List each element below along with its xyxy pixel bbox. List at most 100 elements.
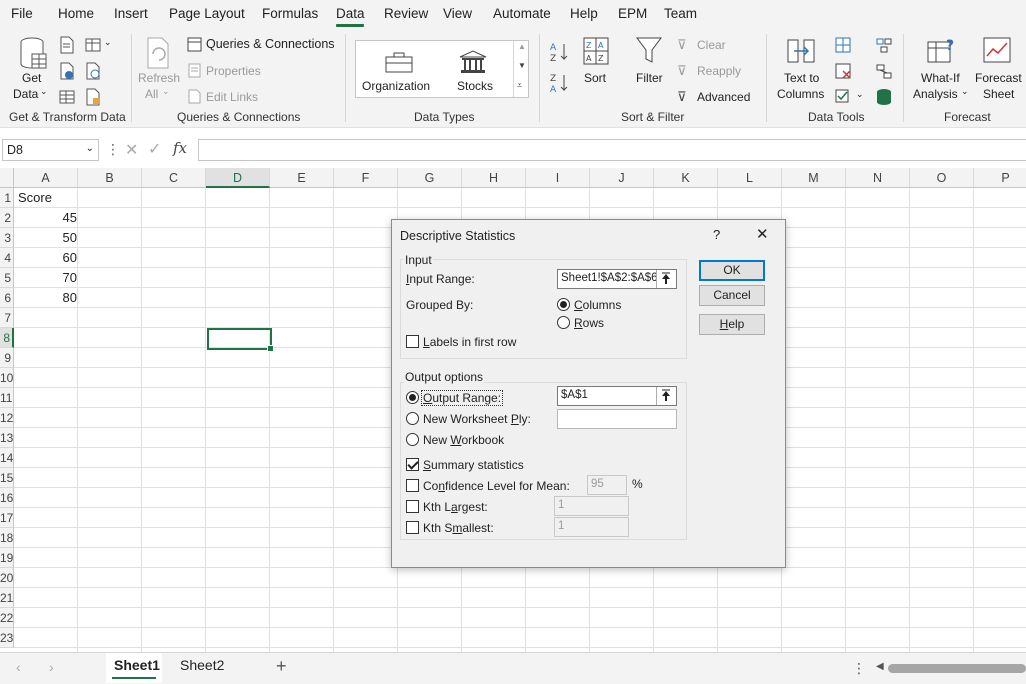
menu-help[interactable]: Help bbox=[570, 6, 598, 21]
column-header-g[interactable]: G bbox=[398, 168, 462, 188]
menu-formulas[interactable]: Formulas bbox=[262, 6, 318, 21]
chevron-down-icon[interactable]: ▼ bbox=[518, 61, 526, 70]
chevron-down-icon[interactable]: ⌄ bbox=[86, 143, 94, 154]
input-range-field[interactable]: Sheet1!$A$2:$A$6 bbox=[557, 269, 677, 289]
row-header-3[interactable]: 3 bbox=[0, 228, 14, 248]
edit-links-button[interactable]: Edit Links bbox=[206, 90, 258, 104]
formula-input[interactable] bbox=[198, 139, 1026, 161]
kth-smallest-field[interactable]: 1 bbox=[554, 517, 629, 537]
relationships-icon[interactable] bbox=[875, 62, 893, 80]
row-header-11[interactable]: 11 bbox=[0, 388, 14, 408]
recent-sources-icon[interactable] bbox=[84, 36, 102, 54]
flash-fill-icon[interactable] bbox=[834, 36, 852, 54]
column-header-b[interactable]: B bbox=[78, 168, 142, 188]
chevron-up-icon[interactable]: ▲ bbox=[518, 42, 526, 51]
cell-a2[interactable]: 45 bbox=[14, 208, 77, 228]
column-header-f[interactable]: F bbox=[334, 168, 398, 188]
column-header-i[interactable]: I bbox=[526, 168, 590, 188]
column-header-o[interactable]: O bbox=[910, 168, 974, 188]
from-web-icon[interactable] bbox=[58, 62, 76, 80]
column-header-k[interactable]: K bbox=[654, 168, 718, 188]
data-validation-icon[interactable] bbox=[834, 88, 852, 106]
ok-button[interactable]: OK bbox=[699, 260, 765, 281]
gallery-more-icon[interactable]: ⩡ bbox=[517, 80, 522, 91]
row-header-18[interactable]: 18 bbox=[0, 528, 14, 548]
menu-review[interactable]: Review bbox=[384, 6, 428, 21]
row-header-4[interactable]: 4 bbox=[0, 248, 14, 268]
column-header-a[interactable]: A bbox=[14, 168, 78, 188]
insert-function-button[interactable]: fx bbox=[173, 139, 187, 157]
from-text-icon[interactable] bbox=[58, 36, 76, 54]
confirm-entry-icon[interactable]: ✓ bbox=[148, 139, 161, 159]
data-model-icon[interactable] bbox=[875, 88, 893, 106]
column-header-l[interactable]: L bbox=[718, 168, 782, 188]
menu-automate[interactable]: Automate bbox=[493, 6, 551, 21]
rows-radio[interactable] bbox=[557, 316, 570, 329]
row-header-10[interactable]: 10 bbox=[0, 368, 14, 388]
close-button[interactable]: ✕ bbox=[756, 225, 769, 243]
menu-file[interactable]: File bbox=[11, 6, 33, 21]
stocks-button[interactable]: Stocks bbox=[457, 79, 493, 93]
scroll-left-icon[interactable]: ◀ bbox=[876, 661, 884, 672]
summary-statistics-checkbox[interactable] bbox=[406, 458, 419, 471]
sort-z-to-a-icon[interactable]: ZA bbox=[549, 72, 571, 94]
confidence-level-checkbox[interactable] bbox=[406, 479, 419, 492]
menu-insert[interactable]: Insert bbox=[114, 6, 148, 21]
labels-first-row-checkbox[interactable] bbox=[406, 335, 419, 348]
row-header-8[interactable]: 8 bbox=[0, 328, 14, 348]
columns-radio[interactable] bbox=[557, 298, 570, 311]
more-options-icon[interactable]: ⋮ bbox=[852, 660, 866, 677]
row-header-9[interactable]: 9 bbox=[0, 348, 14, 368]
reapply-button[interactable]: Reapply bbox=[697, 64, 741, 78]
help-button[interactable]: Help bbox=[699, 314, 765, 335]
row-header-21[interactable]: 21 bbox=[0, 588, 14, 608]
queries-connections-button[interactable]: Queries & Connections bbox=[206, 37, 335, 51]
row-header-15[interactable]: 15 bbox=[0, 468, 14, 488]
column-header-c[interactable]: C bbox=[142, 168, 206, 188]
row-header-23[interactable]: 23 bbox=[0, 628, 14, 648]
properties-button[interactable]: Properties bbox=[206, 64, 261, 78]
row-header-16[interactable]: 16 bbox=[0, 488, 14, 508]
name-box[interactable]: D8 ⌄ bbox=[2, 139, 99, 161]
column-header-e[interactable]: E bbox=[270, 168, 334, 188]
active-cell-d8[interactable] bbox=[207, 328, 274, 352]
row-header-6[interactable]: 6 bbox=[0, 288, 14, 308]
kth-smallest-checkbox[interactable] bbox=[406, 521, 419, 534]
row-header-5[interactable]: 5 bbox=[0, 268, 14, 288]
cancel-entry-icon[interactable]: ✕ bbox=[125, 140, 138, 160]
gallery-scroll[interactable]: ▲ ▼ ⩡ bbox=[513, 41, 529, 97]
advanced-button[interactable]: Advanced bbox=[697, 90, 750, 104]
output-range-radio[interactable] bbox=[406, 391, 419, 404]
row-header-7[interactable]: 7 bbox=[0, 308, 14, 328]
menu-data[interactable]: Data bbox=[336, 6, 365, 21]
row-header-19[interactable]: 19 bbox=[0, 548, 14, 568]
kth-largest-checkbox[interactable] bbox=[406, 500, 419, 513]
menu-team[interactable]: Team bbox=[664, 6, 697, 21]
cell-a5[interactable]: 70 bbox=[14, 268, 77, 288]
from-file-icon[interactable] bbox=[84, 88, 102, 106]
new-worksheet-ply-field[interactable] bbox=[557, 409, 677, 429]
column-header-h[interactable]: H bbox=[462, 168, 526, 188]
row-header-22[interactable]: 22 bbox=[0, 608, 14, 628]
menu-home[interactable]: Home bbox=[58, 6, 94, 21]
collapse-dialog-icon[interactable] bbox=[656, 387, 676, 405]
remove-duplicates-icon[interactable] bbox=[834, 62, 852, 80]
sort-a-to-z-icon[interactable]: AZ bbox=[549, 41, 571, 63]
column-header-m[interactable]: M bbox=[782, 168, 846, 188]
column-header-n[interactable]: N bbox=[846, 168, 910, 188]
new-worksheet-ply-radio[interactable] bbox=[406, 412, 419, 425]
menu-epm[interactable]: EPM bbox=[618, 6, 647, 21]
menu-view[interactable]: View bbox=[443, 6, 472, 21]
from-table-icon[interactable] bbox=[58, 88, 76, 106]
horizontal-scrollbar[interactable] bbox=[888, 664, 1026, 673]
new-workbook-radio[interactable] bbox=[406, 433, 419, 446]
select-all-corner[interactable] bbox=[0, 168, 14, 188]
consolidate-icon[interactable] bbox=[875, 36, 893, 54]
menu-page-layout[interactable]: Page Layout bbox=[169, 6, 245, 21]
kth-largest-field[interactable]: 1 bbox=[554, 496, 629, 516]
row-header-12[interactable]: 12 bbox=[0, 408, 14, 428]
row-header-14[interactable]: 14 bbox=[0, 448, 14, 468]
cell-a6[interactable]: 80 bbox=[14, 288, 77, 308]
column-header-d[interactable]: D bbox=[206, 168, 270, 188]
chevron-left-icon[interactable]: ‹ bbox=[16, 659, 21, 675]
